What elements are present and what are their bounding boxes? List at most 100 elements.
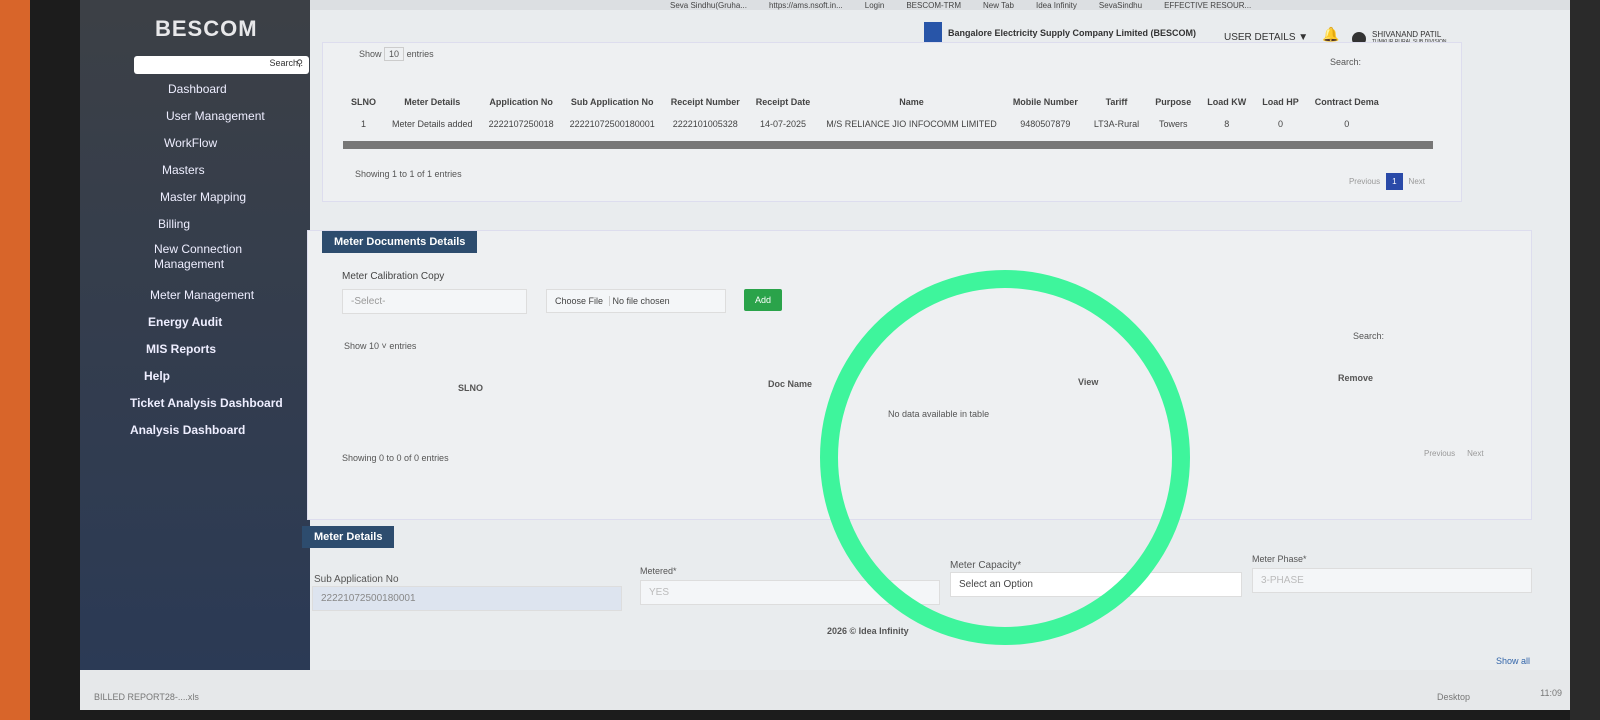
previous-button[interactable]: Previous	[1343, 173, 1386, 190]
meter-details-title: Meter Details	[302, 526, 395, 548]
meter-phase-field[interactable]: 3-PHASE	[1252, 568, 1532, 593]
sidebar-item-workflow[interactable]: WorkFlow	[130, 134, 283, 161]
sidebar-item-user-management[interactable]: User Management	[130, 107, 283, 134]
table-length-control: Show 10 entries	[359, 47, 434, 61]
company-name: Bangalore Electricity Supply Company Lim…	[948, 28, 1197, 38]
column-header[interactable]: Sub Application No	[562, 91, 663, 113]
sidebar-item-master-mapping[interactable]: Master Mapping	[130, 188, 283, 215]
downloaded-file[interactable]: BILLED REPORT28-....xls	[94, 692, 199, 702]
table-cell: M/S RELIANCE JIO INFOCOMM LIMITED	[826, 119, 997, 129]
sidebar-item-billing[interactable]: Billing	[130, 215, 283, 242]
bookmark[interactable]: BESCOM-TRM	[906, 1, 961, 10]
previous-button[interactable]: Previous	[1418, 445, 1461, 462]
table-cell: 0	[1277, 119, 1283, 129]
page-1-button[interactable]: 1	[1386, 173, 1403, 190]
col-doc-name[interactable]: Doc Name	[768, 379, 812, 389]
applications-table-card: Show 10 entries Search: SLNO Meter Detail…	[322, 42, 1462, 202]
search-icon[interactable]: ⚲	[296, 58, 303, 69]
column-header[interactable]: Purpose	[1147, 91, 1199, 113]
table-cell: 2222101005328	[672, 119, 738, 129]
footer: 2026 © Idea Infinity	[827, 626, 909, 636]
file-input[interactable]: Choose File No file chosen	[546, 289, 726, 313]
bookmark[interactable]: https://ams.nsoft.in...	[769, 1, 843, 10]
column-header[interactable]: Receipt Date	[748, 91, 819, 113]
column-header[interactable]: Receipt Number	[663, 91, 748, 113]
bookmark[interactable]: Idea Infinity	[1036, 1, 1077, 10]
sidebar-item-dashboard[interactable]: Dashboard	[130, 80, 283, 107]
brand-logo: BESCOM	[155, 16, 258, 41]
table-cell: 9480507879	[1020, 119, 1071, 129]
column-header[interactable]: Application No	[481, 91, 562, 113]
col-remove[interactable]: Remove	[1338, 373, 1373, 383]
docs-table-info: Showing 0 to 0 of 0 entries	[342, 453, 449, 463]
docs-pagination: Previous Next	[1418, 443, 1490, 462]
table-cell: 1	[361, 119, 367, 129]
download-bar: BILLED REPORT28-....xls Show all Desktop…	[80, 656, 1570, 710]
user-name: SHIVANAND PATIL	[1372, 30, 1442, 39]
sidebar-item-meter-management[interactable]: Meter Management	[130, 286, 283, 313]
company-header: Bangalore Electricity Supply Company Lim…	[924, 22, 1196, 44]
entries-select[interactable]: 10	[369, 341, 379, 351]
sidebar-item-ticket-analysis[interactable]: Ticket Analysis Dashboard	[130, 394, 283, 421]
bookmark[interactable]: EFFECTIVE RESOUR...	[1164, 1, 1251, 10]
metered-label: Metered*	[640, 566, 677, 576]
table-cell: 8	[1224, 119, 1230, 129]
bookmark[interactable]: SevaSindhu	[1099, 1, 1142, 10]
table-cell: 2222107250018	[488, 119, 554, 129]
column-header[interactable]: SLNO	[343, 91, 384, 113]
sidebar-item-masters[interactable]: Masters	[130, 161, 283, 188]
screen: Seva Sindhu(Gruha... https://ams.nsoft.i…	[80, 0, 1570, 710]
table-search[interactable]: Search:	[1330, 57, 1361, 67]
column-header[interactable]: Load KW	[1199, 91, 1254, 113]
column-header[interactable]: Meter Details	[384, 91, 481, 113]
bookmark[interactable]: New Tab	[983, 1, 1014, 10]
sidebar-item-analysis-dashboard[interactable]: Analysis Dashboard	[130, 421, 283, 448]
bell-icon[interactable]: 🔔	[1322, 26, 1339, 43]
horizontal-scrollbar[interactable]	[343, 141, 1433, 149]
clock: 11:09	[1540, 688, 1562, 698]
column-header[interactable]: Name	[818, 91, 1005, 113]
calibration-label: Meter Calibration Copy	[342, 271, 445, 282]
table-cell: Meter Details added	[392, 119, 473, 129]
table-row: 1 Meter Details added 2222107250018 2222107…	[343, 113, 1387, 135]
green-circle-annotation	[820, 270, 1190, 645]
docs-length-control: Show 10 ˅ entries	[344, 341, 417, 351]
no-file-label: No file chosen	[612, 296, 670, 306]
applications-table: SLNO Meter Details Application No Sub Appli…	[343, 91, 1387, 135]
column-header[interactable]: Contract Dema	[1307, 91, 1387, 113]
table-cell: 14-07-2025	[760, 119, 807, 129]
entries-select[interactable]: 10	[384, 47, 405, 61]
bookmarks-bar: Seva Sindhu(Gruha... https://ams.nsoft.i…	[310, 0, 1570, 10]
docs-search[interactable]: Search:	[1353, 331, 1384, 341]
phase-label: Meter Phase*	[1252, 554, 1307, 564]
sub-app-field[interactable]: 22221072500180001	[312, 586, 622, 611]
bookmark[interactable]: Login	[865, 1, 885, 10]
column-header[interactable]: Load HP	[1254, 91, 1307, 113]
desktop-label[interactable]: Desktop	[1437, 692, 1470, 702]
table-info: Showing 1 to 1 of 1 entries	[355, 169, 462, 179]
bookmark[interactable]: Seva Sindhu(Gruha...	[670, 1, 747, 10]
next-button[interactable]: Next	[1403, 173, 1431, 190]
column-header[interactable]: Tariff	[1086, 91, 1147, 113]
document-type-select[interactable]: -Select-	[342, 289, 527, 314]
desk-background	[0, 0, 30, 720]
table-cell: LT3A-Rural	[1093, 119, 1140, 129]
sidebar-item-energy-audit[interactable]: Energy Audit	[130, 313, 283, 340]
sidebar-item-mis-reports[interactable]: MIS Reports	[130, 340, 283, 367]
next-button[interactable]: Next	[1461, 445, 1489, 462]
column-header[interactable]: Mobile Number	[1005, 91, 1086, 113]
sidebar-nav: Dashboard User Management WorkFlow Maste…	[130, 80, 283, 448]
choose-file-button[interactable]: Choose File	[555, 296, 611, 306]
table-cell: 0	[1344, 119, 1350, 129]
table-cell: 22221072500180001	[569, 119, 655, 129]
add-button[interactable]: Add	[744, 289, 783, 311]
table-cell: Towers	[1158, 119, 1188, 129]
show-all-link[interactable]: Show all	[1496, 656, 1530, 666]
meter-documents-title: Meter Documents Details	[322, 231, 478, 253]
pagination: Previous 1 Next	[1343, 171, 1431, 190]
sidebar-search-input[interactable]: Search.. ⚲	[134, 56, 309, 74]
col-slno[interactable]: SLNO	[458, 383, 483, 393]
sidebar-item-help[interactable]: Help	[130, 367, 283, 394]
bescom-logo-icon	[924, 22, 942, 44]
sidebar-item-new-connection[interactable]: New Connection Management	[130, 242, 270, 286]
